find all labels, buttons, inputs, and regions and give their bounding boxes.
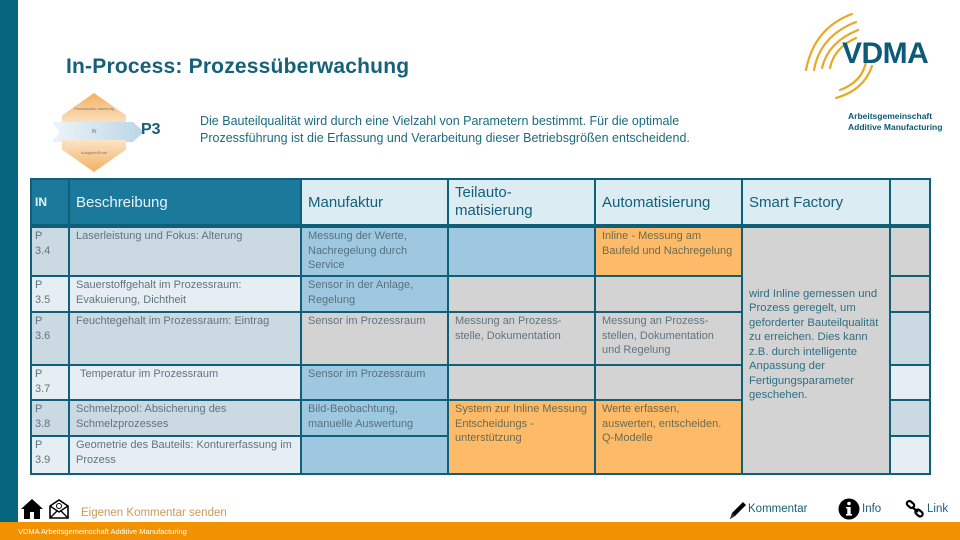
home-icon[interactable] [20,497,44,521]
bottom-left-actions: Eigenen Kommentar senden [20,496,227,522]
footer-bar: VDMA Arbeitsgemeinschaft Additive Manufa… [0,522,960,540]
info-button[interactable]: Info [838,496,881,522]
row-id: P 3.5 [30,275,70,313]
pencil-icon [726,499,746,519]
link-icon [905,499,925,519]
row-id-prefix: P [35,279,43,291]
row-description: Temperatur im Prozessraum [68,364,302,401]
header-teilautomatisierung: Teilauto-matisierung [447,178,596,227]
vdma-logo: VDMA Arbeitsgemeinschaft Additive Manufa… [800,10,950,135]
row-extra [889,435,931,475]
smart-factory-text: wird Inline gemessen und Prozess geregel… [749,287,879,402]
kommentar-label: Kommentar [748,503,808,515]
row-id-number: 3.8 [35,417,51,430]
row-manufaktur: Messung der Werte, Nachregelung durch Se… [300,225,449,277]
header-teilauto-line-1: Teilauto- [455,184,512,201]
info-icon [838,498,860,520]
link-label: Link [927,503,949,515]
row-id: P 3.7 [30,364,70,401]
header-beschreibung: Beschreibung [68,178,302,227]
row-description: Geometrie des Bauteils: Konturerfassung … [68,435,302,475]
row-automatisierung [594,275,743,313]
row-id: P 3.4 [30,225,70,277]
row-description: Laserleistung und Fokus: Alterung [68,225,302,277]
row-description: Feuchtegehalt im Prozessraum: Eintrag [68,311,302,366]
vdma-subtitle-line-2: Additive Manufacturing [848,122,943,132]
row-id-number: 3.7 [35,382,51,395]
info-label: Info [862,503,882,515]
vdma-subtitle: Arbeitsgemeinschaft Additive Manufacturi… [848,111,942,133]
intro-line-1: Die Bauteilqualität wird durch eine Viel… [200,114,680,128]
row-id: P 3.8 [30,399,70,437]
diagram-band-label: IN [91,129,97,135]
row-extra [889,399,931,437]
row-automatisierung: Messung an Prozess-stellen, Dokumentatio… [594,311,743,366]
header-in: IN [30,178,70,227]
header-extra [889,178,931,227]
row-automatisierung: Inline - Messung am Baufeld und Nachrege… [594,225,743,277]
diagram-top-label: Prozessüber-wachung [74,106,114,111]
send-comment-link[interactable]: Eigenen Kommentar senden [81,507,227,519]
header-automatisierung: Automatisierung [594,178,743,227]
row-manufaktur: Sensor im Prozessraum [300,364,449,401]
row-extra [889,275,931,313]
kommentar-button[interactable]: Kommentar [726,496,807,522]
table-row: P 3.4 Laserleistung und Fokus: Alterung M… [30,225,931,475]
intro-text: Die Bauteilqualität wird durch eine Viel… [200,113,780,147]
row-id-prefix: P [35,230,43,242]
row-manufaktur: Sensor im Prozessraum [300,311,449,366]
diagram-bottom-label: Ausgabe/Ende [80,150,108,155]
row-id: P 3.9 [30,435,70,475]
row-extra [889,225,931,277]
row-description: Schmelzpool: Absicherung des Schmelzproz… [68,399,302,437]
step-label: P3 [141,121,161,138]
page-title: In-Process: Prozessüberwachung [66,55,410,78]
smart-factory-cell: wird Inline gemessen und Prozess geregel… [741,225,891,475]
row-id-prefix: P [35,403,43,415]
row-manufaktur: Sensor in der Anlage, Regelung [300,275,449,313]
row-id-number: 3.5 [35,293,51,306]
header-smart-factory: Smart Factory [741,178,891,227]
row-automatisierung [594,364,743,401]
vdma-subtitle-line-1: Arbeitsgemeinschaft [848,111,933,121]
row-id-prefix: P [35,315,43,327]
intro-line-2: Prozessführung ist die Erfassung und Ver… [200,131,690,145]
row-id-prefix: P [35,439,43,451]
row-extra [889,311,931,366]
process-table: IN Beschreibung Manufaktur Teilauto-mati… [30,178,931,475]
row-id-number: 3.4 [35,244,51,257]
left-accent-bar [0,0,18,522]
header-teilauto-line-2: matisierung [455,202,533,219]
header-manufaktur: Manufaktur [300,178,449,227]
footer-bar-text: VDMA Arbeitsgemeinschaft Additive Manufa… [18,527,187,536]
row-teilautomatisierung [447,364,596,401]
row-manufaktur: Bild-Beobachtung, manuelle Auswertung [300,399,449,437]
vdma-wordmark: VDMA [842,37,929,70]
row-id: P 3.6 [30,311,70,366]
mail-icon[interactable] [47,497,71,521]
row-teilautomatisierung: System zur Inline Messung Entscheidungs … [447,399,596,475]
row-manufaktur [300,435,449,475]
row-id-number: 3.6 [35,329,51,342]
row-id-prefix: P [35,368,43,380]
row-description: Sauerstoffgehalt im Prozessraum: Evakuie… [68,275,302,313]
row-automatisierung: Werte erfassen, auswerten, entscheiden. … [594,399,743,475]
row-teilautomatisierung: Messung an Prozess-stelle, Dokumentation [447,311,596,366]
row-extra [889,364,931,401]
table-header-row: IN Beschreibung Manufaktur Teilauto-mati… [30,178,931,227]
process-diagram: Prozessüber-wachung IN Ausgabe/Ende [44,88,144,174]
row-teilautomatisierung [447,275,596,313]
row-id-number: 3.9 [35,453,51,466]
link-button[interactable]: Link [905,496,948,522]
diagram-bottom-segment [62,140,126,172]
row-teilautomatisierung [447,225,596,277]
